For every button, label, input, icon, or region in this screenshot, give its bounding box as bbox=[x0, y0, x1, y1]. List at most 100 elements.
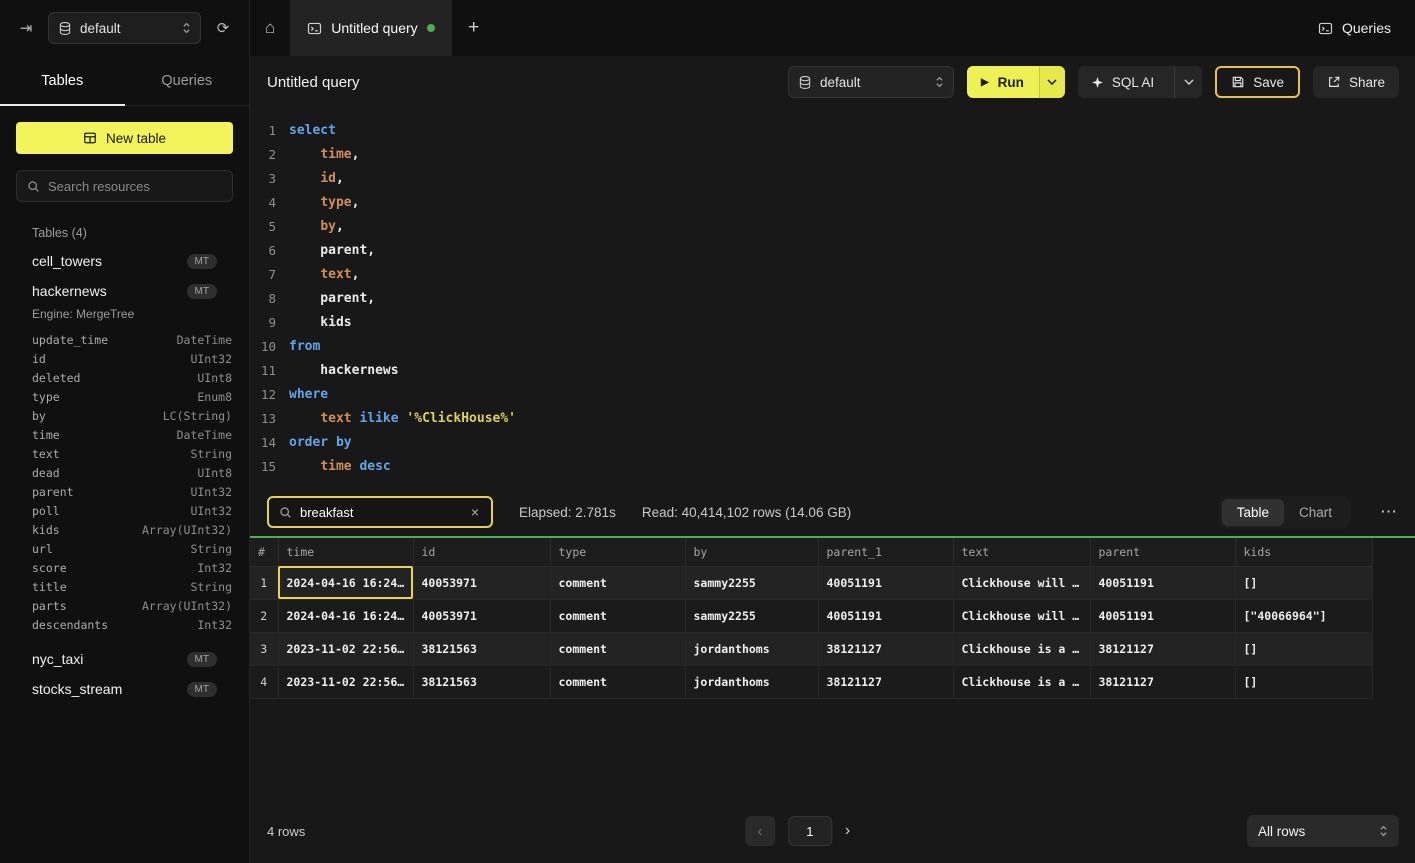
cell-id[interactable]: 38121563 bbox=[413, 632, 550, 665]
current-page[interactable]: 1 bbox=[788, 816, 832, 846]
table-column-row[interactable]: titleString bbox=[0, 577, 249, 596]
cell-by[interactable]: sammy2255 bbox=[685, 566, 818, 599]
table-column-row[interactable]: parentUInt32 bbox=[0, 482, 249, 501]
cell-by[interactable]: sammy2255 bbox=[685, 599, 818, 632]
column-header-by[interactable]: by bbox=[685, 538, 818, 566]
results-filter-input[interactable] bbox=[300, 505, 457, 520]
cell-kids[interactable]: ["40066964"] bbox=[1235, 599, 1372, 632]
cell-time[interactable]: 2024-04-16 16:24… bbox=[278, 566, 413, 599]
table-column-row[interactable]: deletedUInt8 bbox=[0, 368, 249, 387]
cell-type[interactable]: comment bbox=[550, 632, 685, 665]
cell-text[interactable]: Clickhouse will … bbox=[953, 599, 1090, 632]
cell-parent[interactable]: 40051191 bbox=[1090, 566, 1235, 599]
run-button[interactable]: ▶ Run bbox=[967, 66, 1039, 98]
row-number[interactable]: 3 bbox=[250, 632, 278, 665]
cell-kids[interactable]: [] bbox=[1235, 632, 1372, 665]
line-number: 4 bbox=[250, 195, 276, 210]
new-table-button[interactable]: New table bbox=[16, 122, 233, 154]
save-button[interactable]: Save bbox=[1215, 66, 1300, 98]
table-column-row[interactable]: scoreInt32 bbox=[0, 558, 249, 577]
cell-parent_1[interactable]: 38121127 bbox=[818, 632, 953, 665]
table-column-row[interactable]: typeEnum8 bbox=[0, 387, 249, 406]
cell-parent[interactable]: 38121127 bbox=[1090, 665, 1235, 698]
cell-time[interactable]: 2024-04-16 16:24… bbox=[278, 599, 413, 632]
share-button[interactable]: Share bbox=[1313, 66, 1399, 98]
cell-parent_1[interactable]: 40051191 bbox=[818, 566, 953, 599]
code-text: parent, bbox=[289, 291, 375, 306]
column-header-parent_1[interactable]: parent_1 bbox=[818, 538, 953, 566]
cell-id[interactable]: 40053971 bbox=[413, 599, 550, 632]
cell-parent_1[interactable]: 38121127 bbox=[818, 665, 953, 698]
new-table-label: New table bbox=[106, 131, 166, 146]
cell-text[interactable]: Clickhouse is a … bbox=[953, 665, 1090, 698]
resource-search-input[interactable] bbox=[48, 179, 222, 194]
cell-id[interactable]: 40053971 bbox=[413, 566, 550, 599]
new-tab-button[interactable]: + bbox=[452, 0, 496, 56]
cell-type[interactable]: comment bbox=[550, 566, 685, 599]
table-column-row[interactable]: textString bbox=[0, 444, 249, 463]
view-table-button[interactable]: Table bbox=[1222, 499, 1284, 526]
column-header-id[interactable]: id bbox=[413, 538, 550, 566]
table-column-row[interactable]: partsArray(UInt32) bbox=[0, 596, 249, 615]
cell-text[interactable]: Clickhouse will … bbox=[953, 566, 1090, 599]
refresh-button[interactable]: ⟳ bbox=[209, 14, 237, 42]
sidebar-table-cell_towers[interactable]: cell_towersMT bbox=[0, 246, 249, 276]
code-line: 13 text ilike '%ClickHouse%' bbox=[250, 406, 1415, 430]
collapse-sidebar-button[interactable]: ⇥ bbox=[12, 14, 40, 42]
column-header-kids[interactable]: kids bbox=[1235, 538, 1372, 566]
topbar-database-selector[interactable]: default bbox=[48, 12, 201, 44]
code-line: 6 parent, bbox=[250, 238, 1415, 262]
queries-button[interactable]: Queries bbox=[1318, 20, 1391, 36]
column-type: DateTime bbox=[177, 333, 232, 347]
table-column-row[interactable]: idUInt32 bbox=[0, 349, 249, 368]
table-column-row[interactable]: descendantsInt32 bbox=[0, 615, 249, 634]
column-header-type[interactable]: type bbox=[550, 538, 685, 566]
column-header-text[interactable]: text bbox=[953, 538, 1090, 566]
cell-parent[interactable]: 38121127 bbox=[1090, 632, 1235, 665]
next-page-button[interactable]: › bbox=[845, 822, 850, 840]
table-column-row[interactable]: update_timeDateTime bbox=[0, 330, 249, 349]
table-column-row[interactable]: byLC(String) bbox=[0, 406, 249, 425]
table-column-row[interactable]: urlString bbox=[0, 539, 249, 558]
sidebar-tab-queries[interactable]: Queries bbox=[125, 56, 250, 105]
sidebar-table-nyc_taxi[interactable]: nyc_taxiMT bbox=[0, 644, 249, 674]
cell-text[interactable]: Clickhouse is a … bbox=[953, 632, 1090, 665]
cell-time[interactable]: 2023-11-02 22:56… bbox=[278, 632, 413, 665]
row-number[interactable]: 4 bbox=[250, 665, 278, 698]
column-header-parent[interactable]: parent bbox=[1090, 538, 1235, 566]
sidebar-table-stocks_stream[interactable]: stocks_streamMT bbox=[0, 674, 249, 704]
tab-untitled-query[interactable]: Untitled query bbox=[290, 0, 451, 56]
sql-editor[interactable]: 1select2 time,3 id,4 type,5 by,6 parent,… bbox=[250, 108, 1415, 488]
sql-ai-button[interactable]: SQL AI bbox=[1078, 66, 1202, 98]
cell-by[interactable]: jordanthoms bbox=[685, 632, 818, 665]
cell-kids[interactable]: [] bbox=[1235, 566, 1372, 599]
table-column-row[interactable]: deadUInt8 bbox=[0, 463, 249, 482]
run-options-button[interactable] bbox=[1039, 66, 1065, 98]
column-header-time[interactable]: time bbox=[278, 538, 413, 566]
code-line: 10from bbox=[250, 334, 1415, 358]
clear-filter-button[interactable]: × bbox=[465, 504, 485, 520]
table-column-row[interactable]: timeDateTime bbox=[0, 425, 249, 444]
home-tab[interactable]: ⌂ bbox=[250, 0, 290, 56]
cell-id[interactable]: 38121563 bbox=[413, 665, 550, 698]
sidebar-tab-tables[interactable]: Tables bbox=[0, 56, 125, 105]
sidebar-table-hackernews[interactable]: hackernewsMT bbox=[0, 276, 249, 306]
cell-parent_1[interactable]: 40051191 bbox=[818, 599, 953, 632]
cell-kids[interactable]: [] bbox=[1235, 665, 1372, 698]
previous-page-button[interactable]: ‹ bbox=[745, 816, 775, 846]
column-header-num[interactable]: # bbox=[250, 538, 278, 566]
cell-parent[interactable]: 40051191 bbox=[1090, 599, 1235, 632]
page-size-selector[interactable]: All rows bbox=[1247, 815, 1399, 847]
view-chart-button[interactable]: Chart bbox=[1284, 499, 1347, 526]
cell-type[interactable]: comment bbox=[550, 665, 685, 698]
table-column-row[interactable]: kidsArray(UInt32) bbox=[0, 520, 249, 539]
more-options-button[interactable]: ⋯ bbox=[1378, 502, 1399, 522]
cell-time[interactable]: 2023-11-02 22:56… bbox=[278, 665, 413, 698]
row-number[interactable]: 1 bbox=[250, 566, 278, 599]
row-number[interactable]: 2 bbox=[250, 599, 278, 632]
cell-type[interactable]: comment bbox=[550, 599, 685, 632]
table-column-row[interactable]: pollUInt32 bbox=[0, 501, 249, 520]
query-database-selector[interactable]: default bbox=[788, 66, 954, 98]
sql-ai-options-button[interactable] bbox=[1174, 66, 1202, 98]
cell-by[interactable]: jordanthoms bbox=[685, 665, 818, 698]
